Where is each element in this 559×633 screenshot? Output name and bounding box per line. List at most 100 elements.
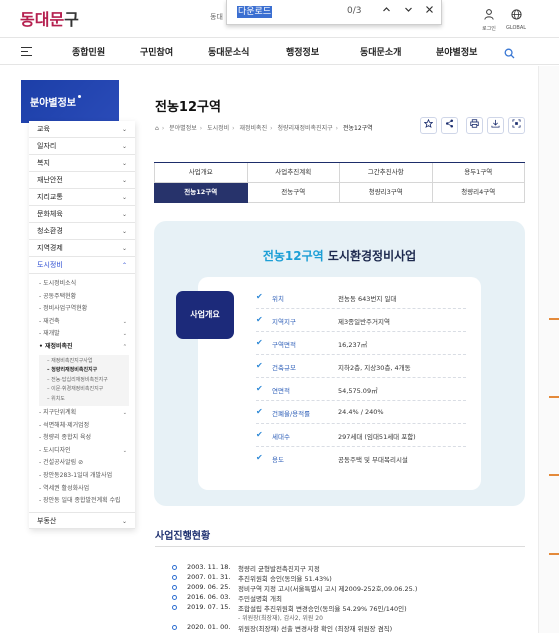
progress-title: 사업진행현황	[155, 531, 211, 542]
chevron-down-icon: ⌄	[121, 228, 127, 235]
gnb-item-admin[interactable]: 행정정보	[286, 45, 319, 58]
lnb-sub-item[interactable]: - 청량리 종합지 육성	[39, 432, 135, 445]
share-icon	[445, 119, 454, 128]
global-button[interactable]: GLOBAL	[501, 5, 531, 31]
lnb-item[interactable]: 일자리 ⌄	[29, 138, 135, 155]
lnb-sub-item[interactable]: - 도시정비소식	[39, 278, 135, 291]
lnb-third-item-current[interactable]: – 청량리재정비촉진지구	[47, 366, 129, 376]
lnb-sub-item[interactable]: - 정비사업구역현황	[39, 303, 135, 316]
lnb-submenu: - 도시정비소식 - 공동주택현황 - 정비사업구역현황 - 재건축 ⌄ - 재개…	[29, 274, 135, 512]
tab-yongdu1[interactable]: 용두1구역	[432, 163, 525, 183]
check-circle-icon: ✔	[256, 315, 263, 324]
breadcrumb-item[interactable]: 재정비촉진	[240, 125, 268, 132]
lnb-sub-item[interactable]: - 도시디자인 ⌄	[39, 445, 135, 458]
lnb-sub-item[interactable]: - 건설공사알림 ⊘	[39, 457, 135, 470]
check-circle-icon: ✔	[256, 361, 263, 370]
lnb-sub-item[interactable]: - 장안동 일대 종합발전계획 수립	[39, 495, 135, 508]
find-bar: 다운로드 0/3	[226, 0, 442, 25]
bullet-icon	[172, 625, 177, 630]
check-circle-icon: ✔	[256, 338, 263, 347]
tab-jeonnong12[interactable]: 전농12구역	[154, 183, 248, 203]
breadcrumb-item[interactable]: 청량리재정비촉진지구	[277, 125, 332, 132]
chevron-down-icon: ⌄	[122, 410, 127, 417]
chevron-down-icon: ⌄	[122, 318, 127, 325]
lnb-sub-item[interactable]: - 역세권 활성화사업	[39, 483, 135, 496]
left-navigation: 교육 ⌄ 일자리 ⌄ 복지 ⌄ 재난안전 ⌄ 지리교통 ⌄ 문화체육 ⌄ 청소환경 ⌄ 지역경…	[29, 121, 135, 529]
progress-timeline: 2003. 11. 18. 청량리 균형발전촉진지구 지정 2007. 01. 3…	[172, 563, 522, 633]
bullet-icon	[172, 595, 177, 600]
chevron-down-icon: ⌄	[121, 143, 127, 150]
search-button[interactable]	[504, 44, 515, 63]
tab-history[interactable]: 그간추진사항	[340, 163, 433, 183]
lnb-item-active[interactable]: 도시정비 ⌃	[29, 257, 135, 274]
tab-cheongnyangni3[interactable]: 청량리3구역	[340, 183, 433, 203]
lnb-sub-item[interactable]: - 재건축 ⌄	[39, 316, 135, 329]
chevron-up-icon: ⌃	[121, 262, 127, 269]
bullet-icon	[172, 575, 177, 580]
tab-cheongnyangni4[interactable]: 청량리4구역	[432, 183, 525, 203]
qr-button[interactable]	[508, 117, 525, 134]
timeline-item: 2007. 01. 31. 추진위원회 승인(동의율 51.43%)	[172, 573, 522, 583]
tab-jeonnong[interactable]: 전농구역	[247, 183, 340, 203]
chevron-down-icon: ⌄	[121, 160, 127, 167]
overview-title: 전농12구역 도시환경정비사업	[262, 249, 417, 263]
overview-card: 사업개요 ✔ 위치 전농동 643번지 일대 ✔ 지역지구 제3종일반주거지역 ✔ 구역면…	[176, 277, 481, 490]
chevron-down-icon: ⌄	[121, 517, 127, 525]
breadcrumb-current: 전농12구역	[342, 125, 373, 132]
lnb-item[interactable]: 부동산 ⌄	[29, 511, 135, 529]
lnb-item[interactable]: 문화체육 ⌄	[29, 206, 135, 223]
lnb-item[interactable]: 지역경제 ⌄	[29, 240, 135, 257]
lnb-sub-item[interactable]: - 석면해체·제거업정	[39, 420, 135, 433]
lnb-third-item[interactable]: – 이문·휘경재정비촉진지구	[47, 385, 129, 395]
gnb-item-field[interactable]: 분야별정보	[436, 45, 477, 58]
site-logo[interactable]: 동대문구	[20, 6, 79, 30]
page-scroll-strip[interactable]	[538, 66, 559, 633]
chevron-down-icon: ⌄	[121, 245, 127, 252]
gnb-item-news[interactable]: 동대문소식	[208, 45, 249, 58]
info-row: ✔ 세대수 297세대 (임대51세대 포함)	[256, 425, 466, 447]
lnb-sub-item[interactable]: - 지구단위계획 ⌄	[39, 407, 135, 420]
sub-tabs: 사업개요 사업추진계획 그간추진사항 용두1구역 전농12구역 전농구역 청량리…	[154, 162, 525, 203]
check-circle-icon: ✔	[256, 292, 263, 301]
lnb-sub-item[interactable]: - 재개발 ⌄	[39, 328, 135, 341]
find-count: 0/3	[347, 6, 362, 16]
top-link-cut[interactable]: 동대	[210, 12, 223, 22]
gnb-item-civil[interactable]: 종합민원	[72, 45, 105, 58]
chevron-up-icon	[382, 7, 390, 12]
lnb-item[interactable]: 복지 ⌄	[29, 155, 135, 172]
lnb-sub-item[interactable]: - 공동주택현황	[39, 291, 135, 304]
find-close-button[interactable]	[422, 4, 436, 20]
home-icon[interactable]: ⌂	[155, 125, 159, 132]
lnb-third-item[interactable]: – 재정비촉진지구사업	[47, 357, 129, 367]
chevron-down-icon	[404, 7, 412, 12]
tab-overview[interactable]: 사업개요	[154, 163, 248, 183]
chevron-down-icon: ⌄	[121, 194, 127, 201]
tab-plan[interactable]: 사업추진계획	[247, 163, 340, 183]
lnb-sub-item[interactable]: - 장안동283-1일대 개발사업	[39, 470, 135, 483]
login-button[interactable]: 로그인	[478, 5, 500, 32]
breadcrumb-item[interactable]: 분야별정보	[169, 125, 197, 132]
title-dot	[78, 95, 81, 98]
print-button[interactable]	[466, 117, 483, 134]
lnb-item[interactable]: 교육 ⌄	[29, 121, 135, 138]
lnb-item[interactable]: 청소환경 ⌄	[29, 223, 135, 240]
find-input[interactable]: 다운로드	[237, 6, 273, 18]
menu-icon[interactable]	[21, 47, 32, 56]
overview-box: 전농12구역 도시환경정비사업 사업개요 ✔ 위치 전농동 643번지 일대 ✔ 지역…	[154, 221, 525, 506]
chevron-down-icon: ⌄	[122, 331, 127, 338]
gnb-item-participation[interactable]: 구민참여	[140, 45, 173, 58]
share-button[interactable]	[441, 117, 458, 134]
section-divider	[155, 546, 525, 547]
lnb-third-item[interactable]: – 전농·답십리재정비촉진지구	[47, 376, 129, 386]
find-prev-button[interactable]	[379, 4, 393, 20]
gnb-item-about[interactable]: 동대문소개	[360, 45, 401, 58]
favorite-button[interactable]	[420, 117, 437, 134]
download-button[interactable]	[487, 117, 504, 134]
lnb-third-item[interactable]: – 위치도	[47, 395, 129, 405]
lnb-item[interactable]: 재난안전 ⌄	[29, 172, 135, 189]
lnb-item[interactable]: 지리교통 ⌄	[29, 189, 135, 206]
user-icon	[484, 9, 494, 20]
breadcrumb-item[interactable]: 도시정비	[207, 125, 229, 132]
lnb-sub-item-active[interactable]: • 재정비촉진 ⌃	[39, 341, 135, 354]
find-next-button[interactable]	[401, 4, 415, 20]
